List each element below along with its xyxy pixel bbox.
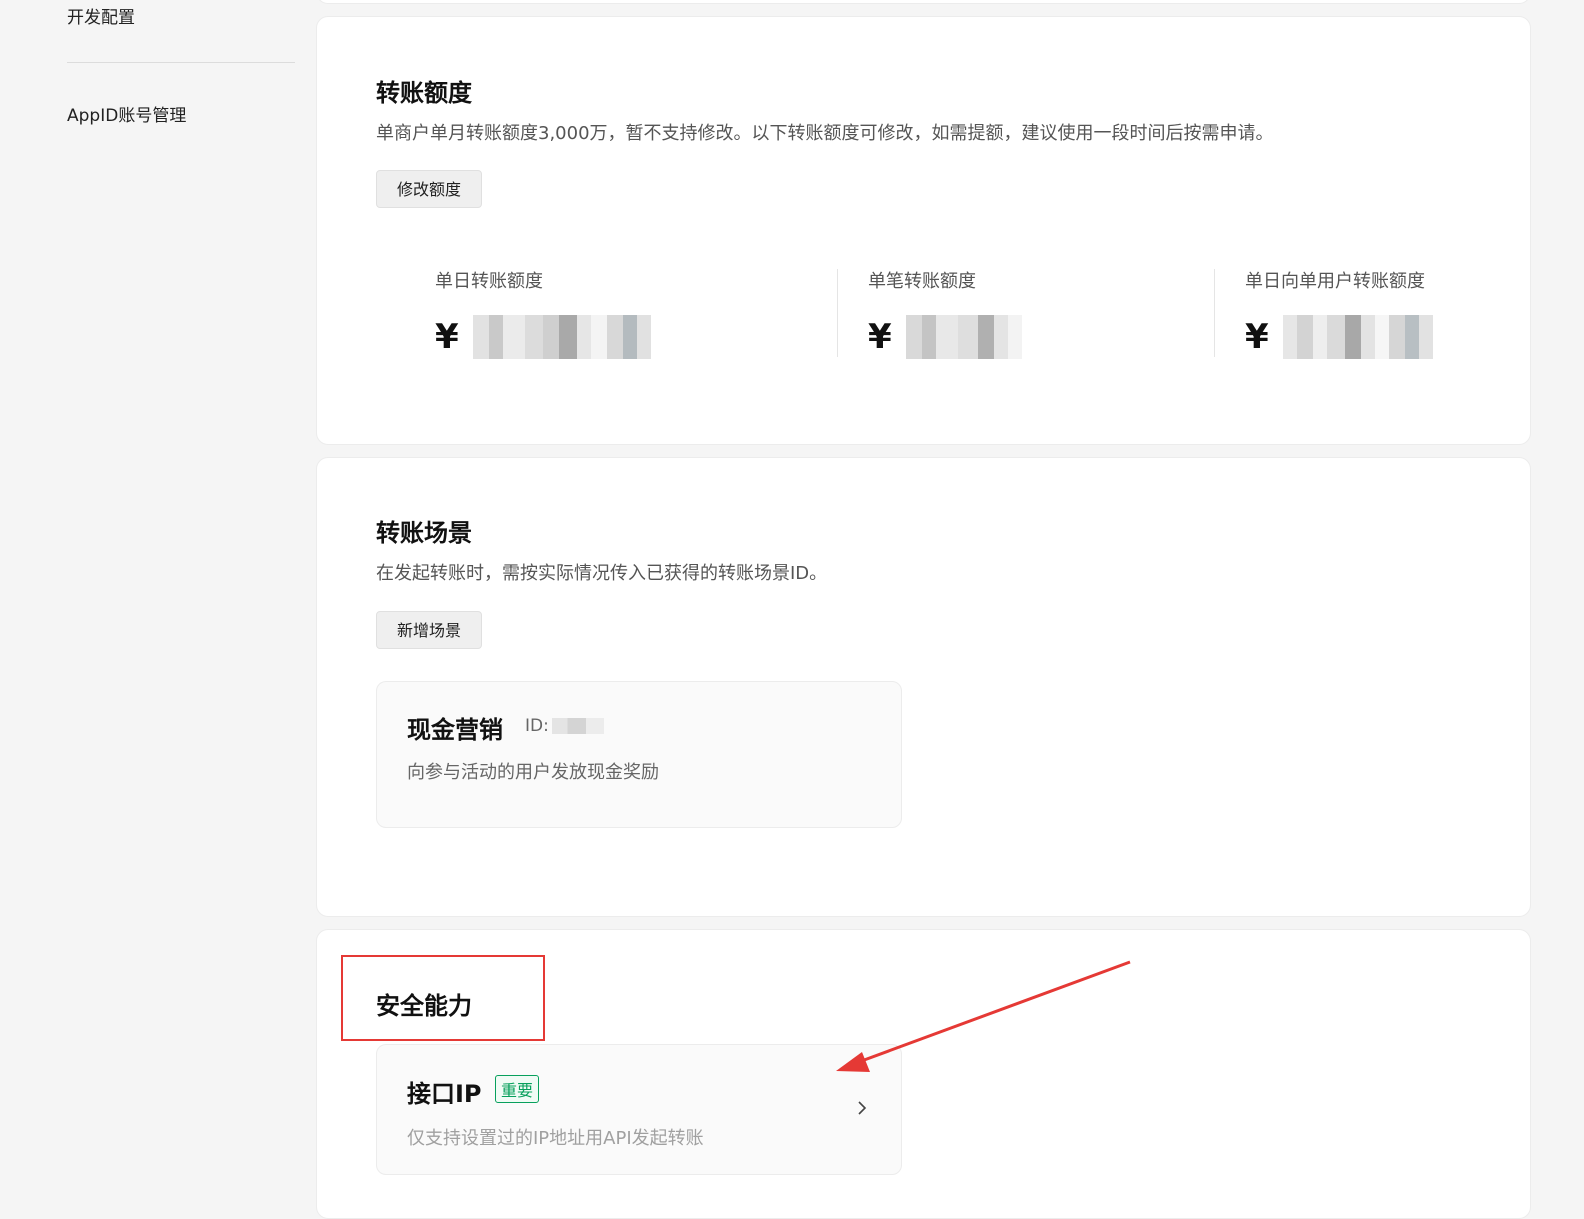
section-description: 在发起转账时，需按实际情况传入已获得的转账场景ID。 — [376, 563, 828, 584]
transfer-quota-card: 转账额度 单商户单月转账额度3,000万，暂不支持修改。以下转账额度可修改，如需… — [316, 16, 1531, 445]
modify-quota-button[interactable]: 修改额度 — [376, 170, 483, 208]
scene-description: 向参与活动的用户发放现金奖励 — [407, 762, 659, 783]
redacted-value — [1282, 315, 1433, 359]
quota-label: 单日转账额度 — [435, 271, 543, 292]
sidebar-item-dev-config[interactable]: 开发配置 — [67, 3, 135, 28]
quota-value: ¥ — [868, 315, 1022, 359]
add-scene-button[interactable]: 新增场景 — [376, 611, 483, 649]
scene-name: 现金营销 — [407, 716, 503, 744]
important-badge: 重要 — [495, 1075, 540, 1103]
redacted-value — [472, 315, 651, 359]
scene-item-cash-marketing[interactable]: 现金营销 ID: 向参与活动的用户发放现金奖励 — [376, 681, 902, 828]
currency-symbol: ¥ — [1245, 317, 1269, 357]
quota-single: 单笔转账额度 ¥ — [868, 267, 1022, 359]
chevron-right-icon — [855, 1099, 869, 1121]
previous-card — [316, 0, 1531, 4]
scene-id-label: ID: — [525, 716, 549, 736]
item-description: 仅支持设置过的IP地址用API发起转账 — [407, 1128, 704, 1149]
redacted-value — [905, 315, 1022, 359]
sidebar-item-label: 开发配置 — [67, 8, 135, 28]
column-divider — [1214, 269, 1215, 357]
sidebar-item-appid-management[interactable]: AppID账号管理 — [67, 101, 186, 126]
interface-ip-item[interactable]: 接口IP 重要 仅支持设置过的IP地址用API发起转账 — [376, 1044, 902, 1175]
redacted-scene-id — [552, 718, 604, 734]
currency-symbol: ¥ — [868, 317, 892, 357]
quota-value: ¥ — [1245, 315, 1433, 359]
column-divider — [837, 269, 838, 357]
quota-daily: 单日转账额度 ¥ — [435, 267, 651, 359]
annotation-highlight-box — [341, 955, 545, 1041]
section-title: 转账额度 — [376, 79, 472, 107]
quota-label: 单日向单用户转账额度 — [1245, 271, 1425, 292]
item-name: 接口IP — [407, 1080, 482, 1108]
currency-symbol: ¥ — [435, 317, 459, 357]
section-description: 单商户单月转账额度3,000万，暂不支持修改。以下转账额度可修改，如需提额，建议… — [376, 123, 1274, 144]
quota-label: 单笔转账额度 — [868, 271, 976, 292]
sidebar-divider — [67, 62, 295, 63]
quota-value: ¥ — [435, 315, 651, 359]
sidebar-item-label: AppID账号管理 — [67, 106, 187, 126]
quota-per-user: 单日向单用户转账额度 ¥ — [1245, 267, 1433, 359]
transfer-scene-card: 转账场景 在发起转账时，需按实际情况传入已获得的转账场景ID。 新增场景 现金营… — [316, 457, 1531, 917]
section-title: 转账场景 — [376, 519, 472, 547]
